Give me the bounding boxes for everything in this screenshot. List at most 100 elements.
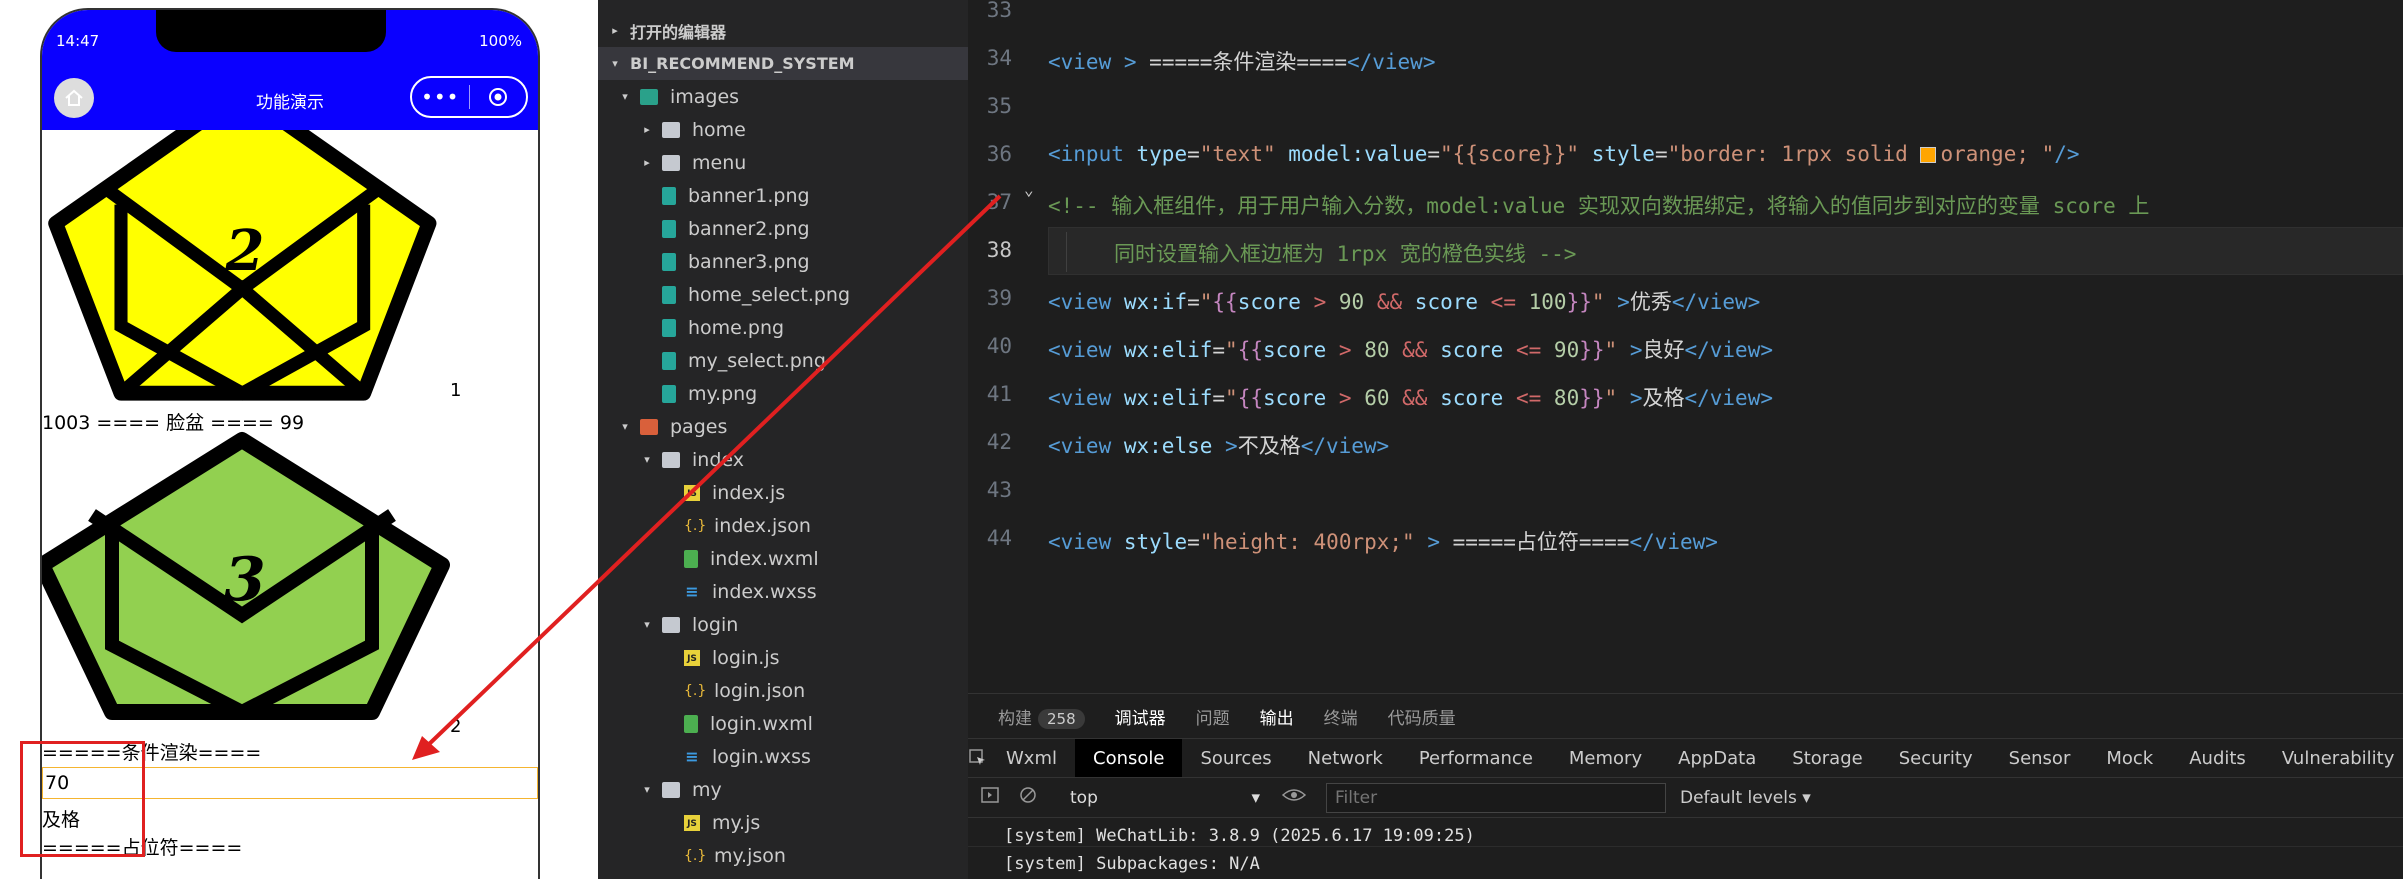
explorer-item-label: my_select.png bbox=[688, 349, 826, 372]
devtools-tab-performance[interactable]: Performance bbox=[1401, 739, 1551, 777]
tab-output[interactable]: 输出 bbox=[1260, 704, 1294, 729]
explorer-item[interactable]: JS login.js bbox=[598, 641, 968, 674]
log-separator bbox=[968, 846, 2403, 847]
explorer-item[interactable]: ≡ login.wxss bbox=[598, 740, 968, 773]
wxml-icon bbox=[684, 549, 698, 568]
code-line-40: <view wx:elif="{{score > 80 && score <= … bbox=[1048, 338, 1773, 362]
context-select[interactable]: top ▾ bbox=[1070, 788, 1260, 808]
devtools-tab-appdata[interactable]: AppData bbox=[1660, 739, 1774, 777]
devtools-tab-wxml[interactable]: Wxml bbox=[988, 739, 1075, 777]
devtools-tab-console[interactable]: Console bbox=[1075, 739, 1183, 777]
devtools-tab-sensor[interactable]: Sensor bbox=[1991, 739, 2089, 777]
more-icon[interactable]: ••• bbox=[412, 87, 469, 107]
explorer-item[interactable]: my.png bbox=[598, 377, 968, 410]
status-bar: 14:47 100% bbox=[42, 10, 538, 80]
explorer-item-label: login.json bbox=[714, 679, 806, 702]
explorer-item[interactable]: ▾ my bbox=[598, 773, 968, 806]
folder-icon bbox=[662, 121, 680, 138]
explorer-item[interactable]: my_select.png bbox=[598, 344, 968, 377]
explorer-item[interactable]: ▾ login bbox=[598, 608, 968, 641]
explorer-item[interactable]: banner1.png bbox=[598, 179, 968, 212]
explorer-item[interactable]: ▸ home bbox=[598, 113, 968, 146]
wxml-icon bbox=[684, 714, 698, 733]
phone-notch bbox=[156, 10, 386, 52]
js-icon: JS bbox=[684, 484, 700, 501]
eye-icon[interactable] bbox=[1281, 787, 1307, 808]
folder-icon bbox=[662, 451, 680, 468]
explorer-item[interactable]: banner2.png bbox=[598, 212, 968, 245]
code-line-38: 同时设置输入框边框为 1rpx 宽的橙色实线 --> bbox=[1114, 242, 1577, 266]
code-line-44: <view style="height: 400rpx;" > =====占位符… bbox=[1048, 530, 1718, 554]
png-icon bbox=[662, 384, 676, 403]
explorer-item[interactable]: JS index.js bbox=[598, 476, 968, 509]
explorer-item[interactable]: ▾ images bbox=[598, 80, 968, 113]
explorer-item[interactable]: {.} index.json bbox=[598, 509, 968, 542]
context-value: top bbox=[1070, 787, 1098, 808]
tab-terminal[interactable]: 终端 bbox=[1324, 704, 1358, 729]
png-icon bbox=[662, 252, 676, 271]
open-editors-header[interactable]: ▸ 打开的编辑器 bbox=[598, 14, 968, 47]
tab-code-quality[interactable]: 代码质量 bbox=[1388, 704, 1456, 729]
explorer-item-label: login.wxss bbox=[712, 745, 811, 768]
explorer-item[interactable]: {.} my.json bbox=[598, 839, 968, 872]
explorer-item[interactable]: ▾ index bbox=[598, 443, 968, 476]
explorer-item-label: home.png bbox=[688, 316, 785, 339]
explorer-item[interactable]: banner3.png bbox=[598, 245, 968, 278]
explorer-item-label: banner1.png bbox=[688, 184, 810, 207]
code-line-41: <view wx:elif="{{score > 60 && score <= … bbox=[1048, 386, 1773, 410]
chevron-down-icon: ▾ bbox=[644, 453, 650, 466]
line-number: 42 bbox=[986, 430, 1012, 454]
clear-console-icon[interactable] bbox=[1018, 785, 1038, 810]
close-target-icon[interactable] bbox=[469, 86, 526, 108]
capsule-divider bbox=[468, 85, 470, 109]
devtools-tab-audits[interactable]: Audits bbox=[2171, 739, 2264, 777]
orange-color-swatch[interactable] bbox=[1920, 147, 1937, 163]
tab-build[interactable]: 构建 258 bbox=[998, 704, 1085, 729]
folder-icon bbox=[662, 154, 680, 171]
product-image-2: 3 bbox=[42, 432, 450, 720]
line-number: 40 bbox=[986, 334, 1012, 358]
explorer-item[interactable]: home.png bbox=[598, 311, 968, 344]
devtools-tab-storage[interactable]: Storage bbox=[1774, 739, 1880, 777]
capsule-menu: ••• bbox=[410, 76, 528, 118]
explorer-item[interactable]: index.wxml bbox=[598, 542, 968, 575]
explorer-item-label: login.wxml bbox=[710, 712, 813, 735]
log-levels-select[interactable]: Default levels ▾ bbox=[1680, 788, 1811, 808]
chevron-down-icon: ▾ bbox=[612, 57, 618, 70]
devtools-tab-security[interactable]: Security bbox=[1881, 739, 1991, 777]
dropdown-arrow-icon: ▾ bbox=[1251, 787, 1260, 808]
devtools-tab-memory[interactable]: Memory bbox=[1551, 739, 1660, 777]
code-line-42: <view wx:else >不及格</view> bbox=[1048, 434, 1390, 458]
line-number: 34 bbox=[986, 46, 1012, 70]
explorer-item[interactable]: ▾ pages bbox=[598, 410, 968, 443]
tab-problems[interactable]: 问题 bbox=[1196, 704, 1230, 729]
build-count-badge: 258 bbox=[1038, 708, 1085, 729]
console-log-line-2: [system] Subpackages: N/A bbox=[1004, 854, 1260, 874]
explorer-item[interactable]: ≡ index.wxss bbox=[598, 575, 968, 608]
explorer-item[interactable]: JS my.js bbox=[598, 806, 968, 839]
png-icon bbox=[662, 351, 676, 370]
devtools-tab-mock[interactable]: Mock bbox=[2088, 739, 2171, 777]
explorer-item[interactable]: home_select.png bbox=[598, 278, 968, 311]
fold-chevron-icon[interactable]: ⌄ bbox=[1024, 180, 1034, 199]
code-line-39: <view wx:if="{{score > 90 && score <= 10… bbox=[1048, 290, 1761, 314]
explorer-item-label: banner2.png bbox=[688, 217, 810, 240]
console-filter-input[interactable] bbox=[1326, 782, 1666, 813]
explorer-item[interactable]: login.wxml bbox=[598, 707, 968, 740]
explorer-item-label: my.png bbox=[688, 382, 758, 405]
devtools-tab-sources[interactable]: Sources bbox=[1182, 739, 1289, 777]
devtools-tab-network[interactable]: Network bbox=[1290, 739, 1401, 777]
project-root-header[interactable]: ▾ BI_RECOMMEND_SYSTEM bbox=[598, 47, 968, 80]
line-number: 43 bbox=[986, 478, 1012, 502]
explorer-item[interactable]: {.} login.json bbox=[598, 674, 968, 707]
code-editor[interactable]: ⌄ 33 34 35 36 37 38 39 40 41 42 43 44 <view > =====… bbox=[968, 0, 2403, 693]
inspect-element-icon[interactable] bbox=[968, 748, 988, 768]
tab-debugger[interactable]: 调试器 bbox=[1115, 704, 1166, 729]
devtools-tab-vulnerability[interactable]: Vulnerability bbox=[2264, 739, 2403, 777]
json-icon: {.} bbox=[684, 847, 707, 864]
explorer-item[interactable]: ▸ menu bbox=[598, 146, 968, 179]
chevron-right-icon: ▸ bbox=[612, 24, 618, 37]
bottom-panel: 构建 258 调试器 问题 输出 终端 代码质量 Wxml Console Sourc… bbox=[968, 693, 2403, 879]
sidebar-toggle-icon[interactable] bbox=[980, 785, 1000, 810]
explorer-item-label: login bbox=[692, 613, 739, 636]
